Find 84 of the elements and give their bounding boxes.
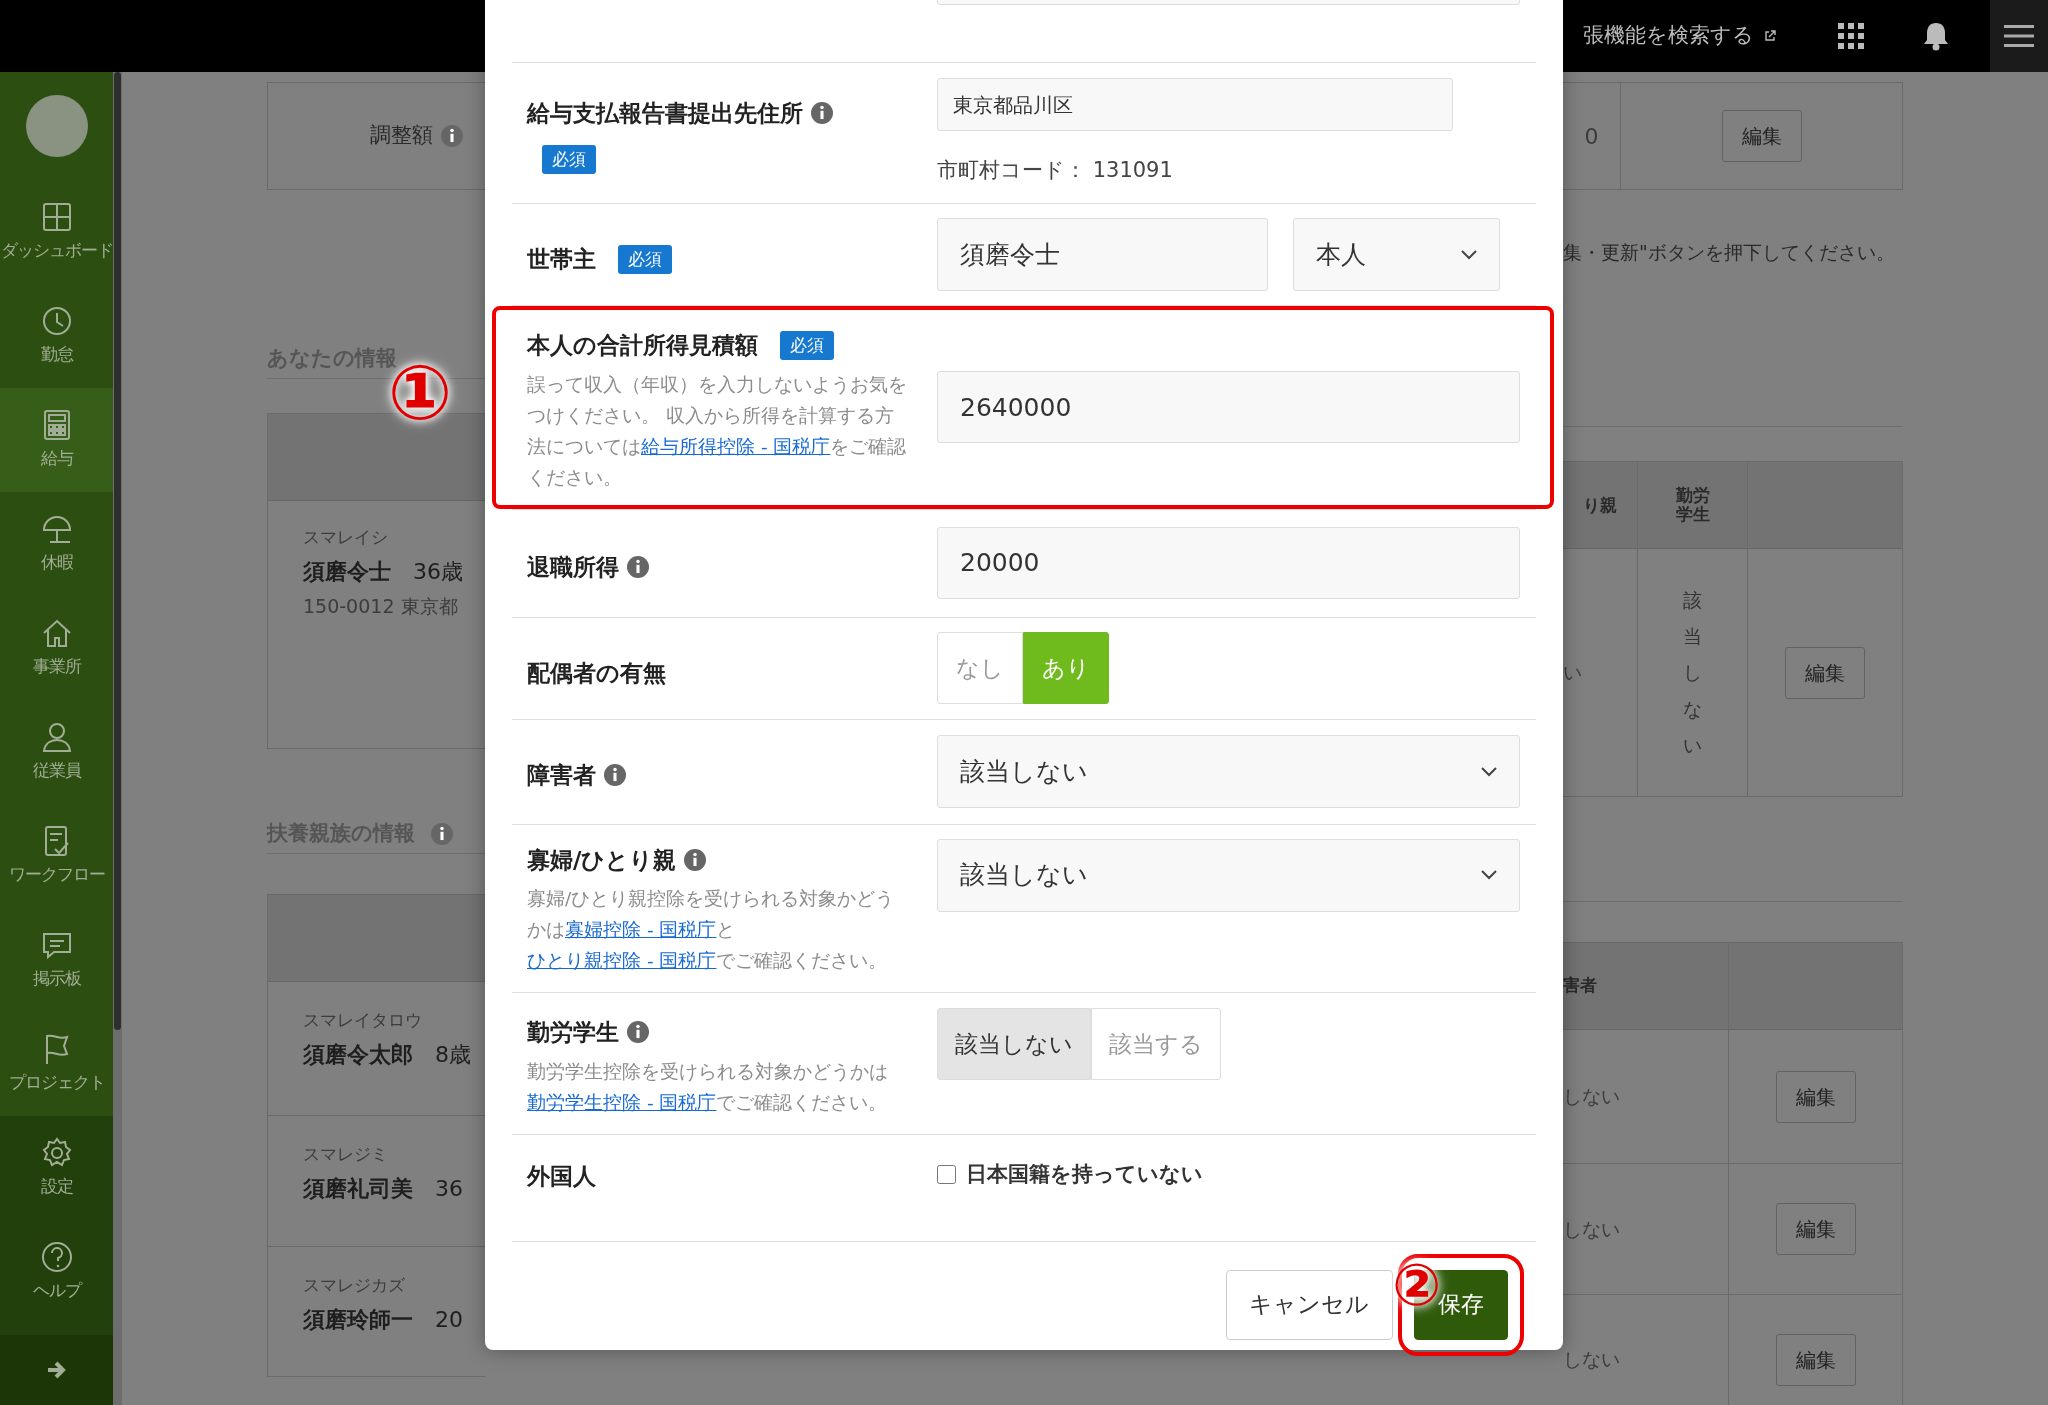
external-link-icon xyxy=(1764,30,1776,42)
help-text: 勤労学生控除を受けられる対象かどうかは 勤労学生控除 - 国税庁でご確認ください。 xyxy=(527,1059,889,1115)
edit-button[interactable]: 編集 xyxy=(1775,1203,1856,1255)
field-label: 障害者 xyxy=(527,760,596,790)
column-header: 勤労学生 xyxy=(1674,486,1711,524)
table-cell-text: い xyxy=(1563,660,1582,686)
person-name: 須磨令士 36歳 xyxy=(303,557,464,586)
field-label: 退職所得 xyxy=(527,552,619,582)
help-icon xyxy=(39,1240,74,1275)
value-text: 0 xyxy=(1584,122,1599,151)
sidebar-item[interactable]: 勤怠 xyxy=(0,284,113,388)
cancel-button[interactable]: キャンセル xyxy=(1226,1269,1393,1340)
help-link[interactable]: 給与所得控除 - 国税庁 xyxy=(641,435,831,457)
help-text: 誤って収入（年収）を入力しないようお気をつけください。 収入から所得を計算する方法については給与所得控除 - 国税庁をご確認ください。 xyxy=(527,372,907,490)
help-text: 寡婦/ひとり親控除を受けられる対象かどうかは寡婦控除 - 国税庁 と ひとり親控除 - 国税庁でご確認ください。 xyxy=(527,887,896,973)
info-icon xyxy=(431,823,453,845)
help-link[interactable]: ひとり親控除 - 国税庁 xyxy=(527,950,717,971)
notice-text: 集・更新"ボタンを押下してください。 xyxy=(1563,240,1896,265)
sidebar-item[interactable]: プロジェクト xyxy=(0,1012,113,1116)
table-cell-text: しない xyxy=(1563,1216,1620,1242)
kana-text: スマレイタロウ xyxy=(303,1009,423,1032)
edit-button[interactable]: 編集 xyxy=(1721,110,1802,162)
sidebar-item[interactable]: 従業員 xyxy=(0,700,113,804)
field-label: 調整額 xyxy=(370,122,433,150)
sidebar-item[interactable]: ワークフロー xyxy=(0,804,113,908)
column-header: 害者 xyxy=(1563,974,1597,998)
required-tag: 必須 xyxy=(780,330,834,360)
toggle-option[interactable]: 該当する xyxy=(1091,1008,1221,1080)
person-name: 須磨令太郎 8歳 xyxy=(303,1040,472,1069)
edit-button[interactable]: 編集 xyxy=(1775,1070,1856,1123)
person-name: 須磨礼司美 36 xyxy=(303,1174,464,1203)
input-field[interactable]: 東京都品川区 xyxy=(937,78,1453,131)
table-cell-text: 該当しない xyxy=(1683,588,1702,758)
kana-text: スマレジミ xyxy=(303,1143,389,1166)
field-label: 給与支払報告書提出先住所 xyxy=(527,99,803,128)
code-text: 市町村コード： 131091 xyxy=(937,157,1174,184)
required-tag: 必須 xyxy=(618,244,672,274)
arrow-right-icon xyxy=(46,1361,67,1379)
menu-icon xyxy=(2004,24,2034,48)
bell-icon xyxy=(1922,21,1950,51)
help-link[interactable]: 勤労学生控除 - 国税庁 xyxy=(527,1091,717,1113)
field-label: 世帯主 xyxy=(527,245,596,274)
column-header: り親 xyxy=(1583,495,1617,515)
checkbox[interactable] xyxy=(937,1164,956,1184)
required-tag: 必須 xyxy=(542,144,596,174)
sidebar-item[interactable]: ヘルプ xyxy=(0,1220,113,1324)
select-field[interactable]: 該当しない xyxy=(937,735,1520,808)
address-text: 150-0012 東京都 xyxy=(303,593,459,619)
input-field[interactable]: 20000 xyxy=(937,527,1520,599)
input-field[interactable]: 2640000 xyxy=(937,371,1520,444)
table-cell-text: しない xyxy=(1563,1347,1620,1373)
chevron-down-icon xyxy=(1481,766,1497,777)
info-icon xyxy=(441,125,463,147)
chevron-down-icon xyxy=(1461,249,1477,260)
field-label: 本人の合計所得見積額 xyxy=(527,331,758,360)
field-label: 配偶者の有無 xyxy=(527,658,666,688)
sidebar-item[interactable]: 設定 xyxy=(0,1116,113,1220)
field-label: 外国人 xyxy=(527,1161,596,1191)
sidebar-item[interactable]: ダッシュボード xyxy=(0,180,113,284)
edit-button[interactable]: 編集 xyxy=(1785,646,1865,699)
scrollbar[interactable] xyxy=(113,72,122,1405)
help-link[interactable]: 寡婦控除 - 国税庁 xyxy=(565,919,717,940)
field-label: 勤労学生 xyxy=(527,1018,619,1047)
toggle-option[interactable]: 該当しない xyxy=(937,1008,1091,1080)
sidebar-item[interactable]: 給与 xyxy=(0,388,113,492)
table-cell-text: しない xyxy=(1563,1084,1620,1110)
field-label: 寡婦/ひとり親 xyxy=(527,845,677,875)
kana-text: スマレジカズ xyxy=(303,1274,406,1297)
menu-button[interactable] xyxy=(1990,0,2048,72)
extension-search-link[interactable]: 張機能を検索する xyxy=(1583,20,1754,52)
edit-button[interactable]: 編集 xyxy=(1775,1333,1856,1386)
select-field[interactable]: 該当しない xyxy=(937,838,1520,912)
sidebar-item[interactable]: 休暇 xyxy=(0,492,113,596)
apps-grid-icon xyxy=(1838,23,1864,49)
kana-text: スマレイシ xyxy=(303,526,389,549)
avatar xyxy=(24,94,89,158)
person-name: 須磨玲師一 20 xyxy=(303,1305,464,1334)
toggle-option[interactable]: なし xyxy=(937,632,1023,704)
relationship-select[interactable]: 本人 xyxy=(1293,218,1500,291)
checkbox-label: 日本国籍を持っていない xyxy=(966,1160,1203,1188)
chevron-down-icon xyxy=(1481,870,1497,880)
sidebar-item[interactable]: 事業所 xyxy=(0,596,113,700)
sidebar-item[interactable]: 掲示板 xyxy=(0,908,113,1012)
input-field[interactable]: 須磨令士 xyxy=(937,218,1268,291)
